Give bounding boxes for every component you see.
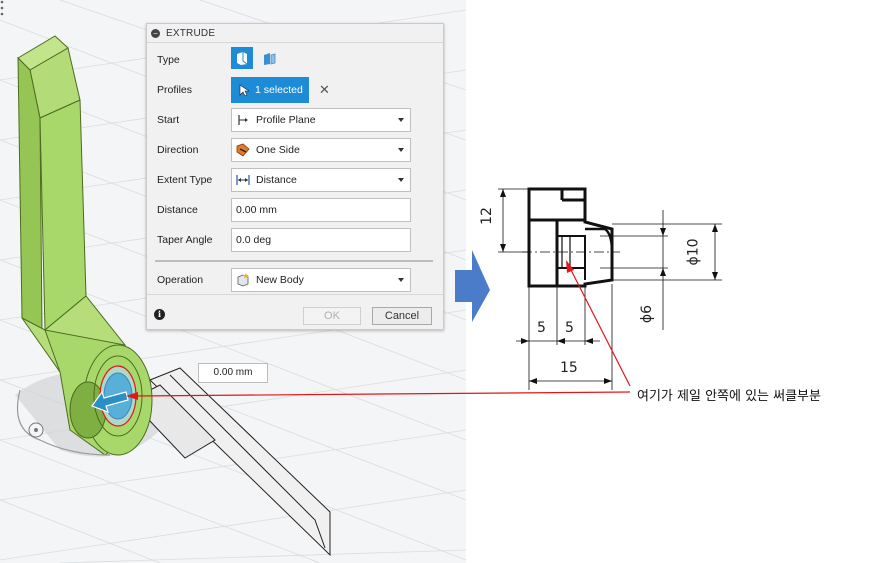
dim-5a-label: 5	[537, 320, 546, 336]
dim-15-label: 15	[560, 360, 578, 376]
technical-drawing	[498, 187, 722, 390]
dim-phi10-label: ϕ10	[685, 238, 702, 266]
dim-phi6-label: ϕ6	[639, 304, 656, 324]
annotation-layer	[126, 187, 722, 400]
dim-12-label: 12	[478, 207, 495, 225]
annotation-text: 여기가 제일 안쪽에 있는 써클부분	[637, 389, 821, 404]
dim-5b-label: 5	[565, 320, 574, 336]
right-block-arrow	[455, 250, 490, 322]
